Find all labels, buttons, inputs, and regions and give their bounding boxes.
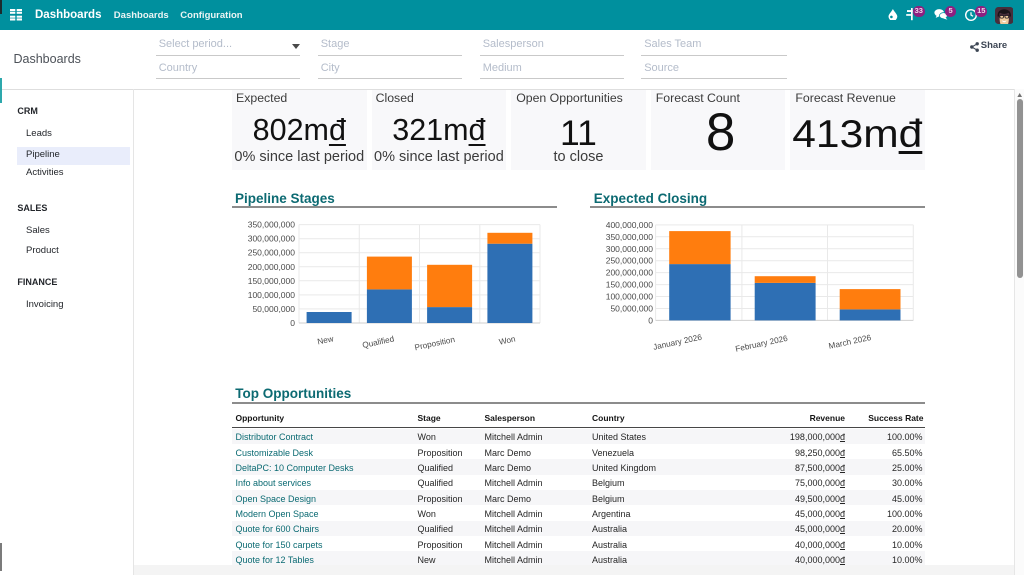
svg-text:250,000,000: 250,000,000 [248,248,296,258]
svg-text:0: 0 [648,315,653,325]
svg-text:150,000,000: 150,000,000 [248,276,296,286]
svg-text:March 2026: March 2026 [828,333,873,351]
svg-text:350,000,000: 350,000,000 [248,220,296,230]
svg-text:200,000,000: 200,000,000 [606,268,654,278]
svg-text:100,000,000: 100,000,000 [606,292,654,302]
svg-text:Won: Won [498,334,517,346]
svg-text:50,000,000: 50,000,000 [610,304,653,314]
svg-text:50,000,000: 50,000,000 [252,304,295,314]
svg-text:0: 0 [290,318,295,328]
svg-text:January 2026: January 2026 [652,333,703,352]
svg-text:New: New [317,334,335,346]
svg-text:250,000,000: 250,000,000 [606,256,654,266]
svg-text:400,000,000: 400,000,000 [606,220,654,230]
svg-text:Qualified: Qualified [362,334,396,350]
svg-text:150,000,000: 150,000,000 [606,280,654,290]
svg-text:350,000,000: 350,000,000 [606,232,654,242]
svg-text:100,000,000: 100,000,000 [248,290,296,300]
svg-text:Proposition: Proposition [414,335,456,352]
svg-text:300,000,000: 300,000,000 [606,244,654,254]
svg-text:300,000,000: 300,000,000 [248,234,296,244]
svg-text:200,000,000: 200,000,000 [248,262,296,272]
svg-text:February 2026: February 2026 [735,334,789,354]
